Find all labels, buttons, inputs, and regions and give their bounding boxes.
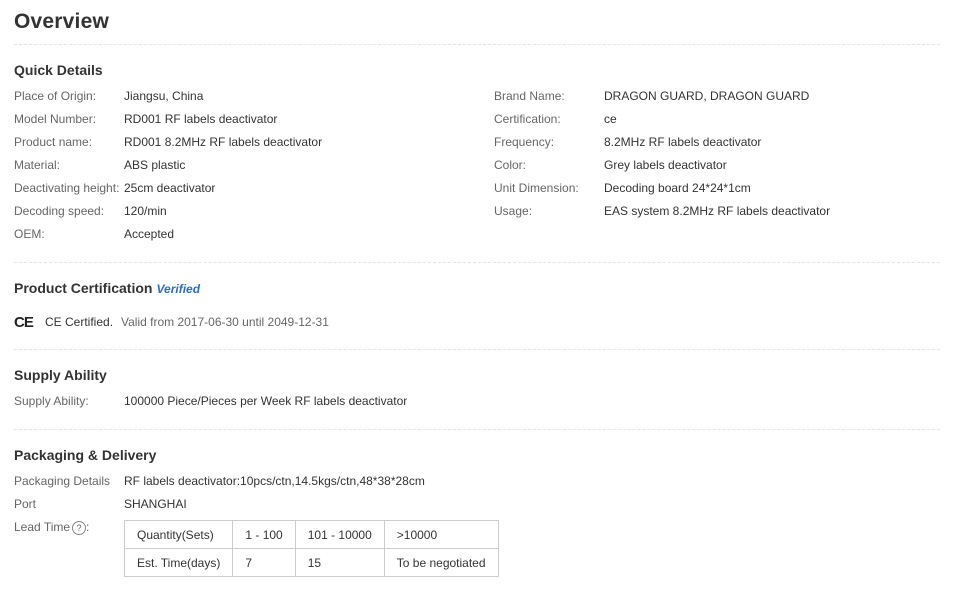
- supply-ability-row: Supply Ability: 100000 Piece/Pieces per W…: [14, 394, 407, 408]
- detail-label: Model Number:: [14, 112, 97, 126]
- detail-value: RD001 8.2MHz RF labels deactivator: [124, 135, 323, 149]
- ce-logo-icon: CE: [14, 314, 34, 331]
- detail-row: Deactivating height: 25cm deactivator: [14, 181, 215, 195]
- table-cell: 7: [232, 548, 296, 577]
- table-cell: Est. Time(days): [123, 548, 234, 577]
- detail-label: Decoding speed:: [14, 204, 105, 218]
- detail-label: Frequency:: [494, 135, 555, 149]
- detail-label: OEM:: [14, 227, 45, 241]
- divider: [14, 44, 940, 45]
- packaging-delivery-title: Packaging & Delivery: [14, 447, 157, 463]
- overview-title: Overview: [14, 10, 109, 33]
- detail-value: 120/min: [124, 204, 167, 218]
- detail-row: Place of Origin: Jiangsu, China: [14, 89, 203, 103]
- detail-value: DRAGON GUARD, DRAGON GUARD: [604, 89, 810, 103]
- lead-time-label: Lead Time: [14, 520, 71, 534]
- detail-value: RD001 RF labels deactivator: [124, 112, 278, 126]
- detail-value: EAS system 8.2MHz RF labels deactivator: [604, 204, 831, 218]
- divider: [14, 429, 940, 430]
- detail-label: Product name:: [14, 135, 93, 149]
- certificate-name: CE Certified.: [45, 315, 114, 329]
- detail-value: Grey labels deactivator: [604, 158, 727, 172]
- packaging-details-row: Packaging Details RF labels deactivator:1…: [14, 474, 425, 488]
- detail-row: Brand Name: DRAGON GUARD, DRAGON GUARD: [494, 89, 809, 103]
- detail-row: Usage: EAS system 8.2MHz RF labels deacti…: [494, 204, 830, 218]
- detail-label: Unit Dimension:: [494, 181, 579, 195]
- certificate-validity: Valid from 2017-06-30 until 2049-12-31: [121, 315, 329, 329]
- packaging-details-label: Packaging Details: [14, 474, 111, 488]
- table-row: Est. Time(days) 7 15 To be negotiated: [123, 548, 499, 577]
- detail-value: Accepted: [124, 227, 175, 241]
- table-cell: 15: [294, 548, 385, 577]
- help-icon[interactable]: ?: [72, 520, 87, 535]
- quick-details-title: Quick Details: [14, 62, 103, 78]
- table-cell: 1 - 100: [232, 520, 296, 549]
- lead-time-row: Lead Time?:: [14, 520, 90, 535]
- supply-ability-value: 100000 Piece/Pieces per Week RF labels d…: [124, 394, 408, 408]
- detail-row: Certification: ce: [494, 112, 617, 126]
- divider: [14, 262, 940, 263]
- table-cell: Quantity(Sets): [123, 520, 234, 549]
- packaging-details-value: RF labels deactivator:10pcs/ctn,14.5kgs/…: [124, 474, 425, 488]
- detail-value: Decoding board 24*24*1cm: [604, 181, 751, 195]
- table-cell: 101 - 10000: [294, 520, 385, 549]
- detail-row: OEM: Accepted: [14, 227, 174, 241]
- detail-row: Color: Grey labels deactivator: [494, 158, 727, 172]
- detail-row: Product name: RD001 8.2MHz RF labels deac…: [14, 135, 322, 149]
- detail-row: Decoding speed: 120/min: [14, 204, 167, 218]
- detail-value: 25cm deactivator: [124, 181, 216, 195]
- detail-label: Place of Origin:: [14, 89, 97, 103]
- detail-value: 8.2MHz RF labels deactivator: [604, 135, 762, 149]
- table-cell: To be negotiated: [383, 548, 499, 577]
- port-label: Port: [14, 497, 37, 511]
- table-row: Quantity(Sets) 1 - 100 101 - 10000 >1000…: [123, 520, 499, 549]
- detail-label: Brand Name:: [494, 89, 565, 103]
- supply-ability-title: Supply Ability: [14, 367, 107, 383]
- supply-ability-label: Supply Ability:: [14, 394, 89, 408]
- detail-label: Deactivating height:: [14, 181, 120, 195]
- divider: [14, 349, 940, 350]
- port-row: Port SHANGHAI: [14, 497, 187, 511]
- detail-row: Unit Dimension: Decoding board 24*24*1cm: [494, 181, 751, 195]
- verified-badge: Verified: [156, 282, 201, 296]
- detail-value: ce: [604, 112, 617, 126]
- detail-label: Certification:: [494, 112, 561, 126]
- detail-row: Model Number: RD001 RF labels deactivator: [14, 112, 277, 126]
- detail-label: Usage:: [494, 204, 533, 218]
- detail-row: Material: ABS plastic: [14, 158, 185, 172]
- port-value: SHANGHAI: [124, 497, 187, 511]
- detail-value: Jiangsu, China: [124, 89, 204, 103]
- detail-label: Material:: [14, 158, 61, 172]
- detail-value: ABS plastic: [124, 158, 186, 172]
- product-certification-label: Product Certification: [14, 280, 153, 296]
- table-cell: >10000: [383, 520, 499, 549]
- detail-label: Color:: [494, 158, 527, 172]
- detail-row: Frequency: 8.2MHz RF labels deactivator: [494, 135, 761, 149]
- product-certification-title: Product Certification Verified: [14, 280, 200, 296]
- lead-time-table: Quantity(Sets) 1 - 100 101 - 10000 >1000…: [123, 520, 499, 577]
